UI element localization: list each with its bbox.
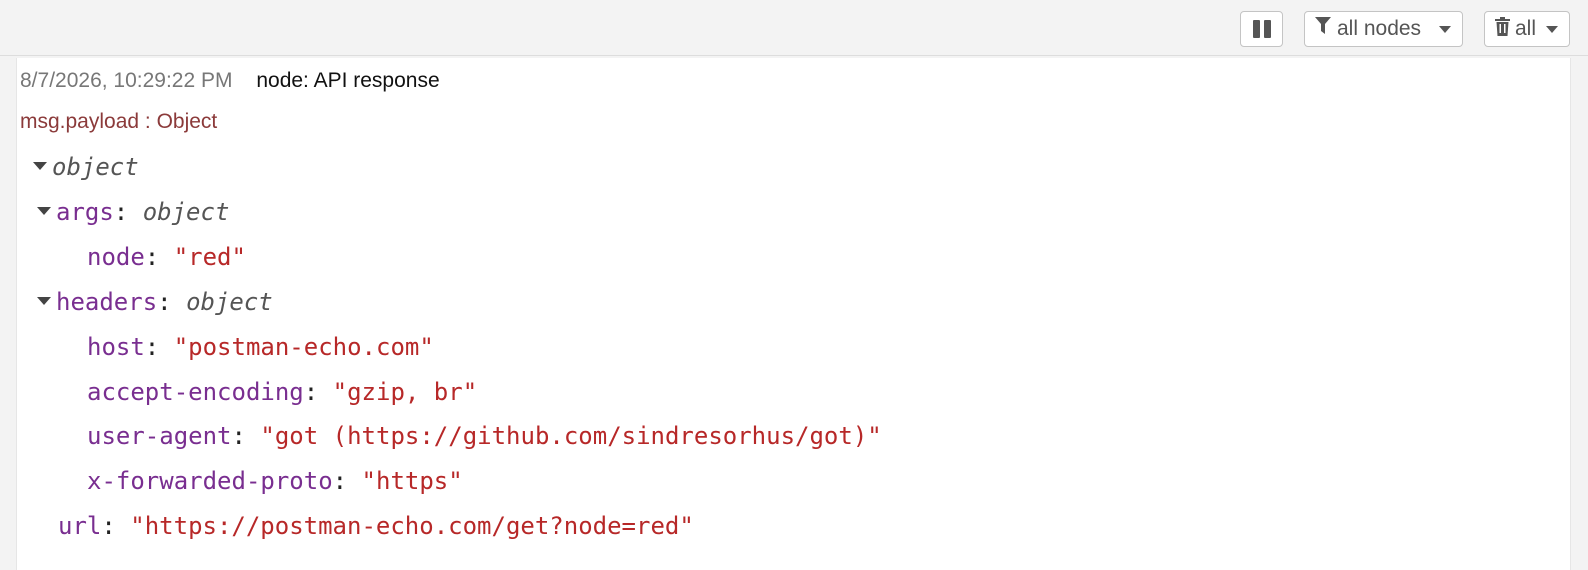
tree-root-row[interactable]: object bbox=[33, 152, 139, 182]
accept-encoding-key: accept-encoding bbox=[87, 378, 304, 406]
filter-nodes-dropdown[interactable]: all nodes bbox=[1304, 11, 1463, 47]
root-type: object bbox=[52, 153, 139, 181]
args-key: args bbox=[56, 198, 114, 226]
message-node-link[interactable]: node: API response bbox=[256, 69, 439, 92]
tree-row-accept-encoding: accept-encoding: "gzip, br" bbox=[87, 378, 478, 406]
args-type: object bbox=[142, 198, 230, 226]
expand-caret-icon[interactable] bbox=[37, 207, 51, 215]
expand-caret-icon[interactable] bbox=[37, 297, 51, 305]
url-key: url bbox=[58, 512, 102, 540]
x-forwarded-proto-key: x-forwarded-proto bbox=[87, 467, 333, 495]
clear-messages-dropdown[interactable]: all bbox=[1484, 11, 1570, 47]
message-meta: 8/7/2026, 10:29:22 PM node: API response bbox=[20, 69, 440, 93]
user-agent-value: "got (https://github.com/sindresorhus/go… bbox=[260, 422, 882, 450]
tree-row-args[interactable]: args: object bbox=[37, 197, 229, 227]
headers-type: object bbox=[186, 288, 273, 316]
args-node-key: node bbox=[87, 243, 145, 271]
message-topic: msg.payload : Object bbox=[20, 110, 218, 133]
x-forwarded-proto-value: "https" bbox=[361, 467, 463, 495]
tree-row-url: url: "https://postman-echo.com/get?node=… bbox=[58, 512, 694, 540]
expand-caret-icon[interactable] bbox=[33, 162, 47, 170]
colon: : bbox=[113, 198, 143, 226]
host-value: "postman-echo.com" bbox=[173, 333, 434, 361]
chevron-down-icon bbox=[1546, 26, 1558, 33]
clear-label: all bbox=[1515, 17, 1537, 40]
filter-icon bbox=[1315, 17, 1331, 41]
filter-label: all nodes bbox=[1337, 17, 1422, 40]
chevron-down-icon bbox=[1439, 26, 1451, 33]
tree-row-user-agent: user-agent: "got (https://github.com/sin… bbox=[87, 422, 882, 450]
args-node-value: "red" bbox=[173, 243, 246, 271]
tree-row-host: host: "postman-echo.com" bbox=[87, 333, 434, 361]
accept-encoding-value: "gzip, br" bbox=[332, 378, 478, 406]
user-agent-key: user-agent bbox=[87, 422, 232, 450]
trash-icon bbox=[1495, 16, 1510, 42]
pause-icon bbox=[1252, 20, 1271, 38]
tree-row-args-node: node: "red" bbox=[87, 243, 246, 271]
host-key: host bbox=[87, 333, 145, 361]
pause-button[interactable] bbox=[1240, 11, 1283, 47]
tree-row-x-forwarded-proto: x-forwarded-proto: "https" bbox=[87, 467, 463, 495]
debug-toolbar: all nodes all bbox=[0, 0, 1588, 56]
message-timestamp: 8/7/2026, 10:29:22 PM bbox=[20, 69, 233, 92]
headers-key: headers bbox=[56, 288, 158, 316]
tree-row-headers[interactable]: headers: object bbox=[37, 287, 273, 317]
debug-message: 8/7/2026, 10:29:22 PM node: API response… bbox=[16, 58, 1571, 570]
url-value: "https://postman-echo.com/get?node=red" bbox=[130, 512, 694, 540]
